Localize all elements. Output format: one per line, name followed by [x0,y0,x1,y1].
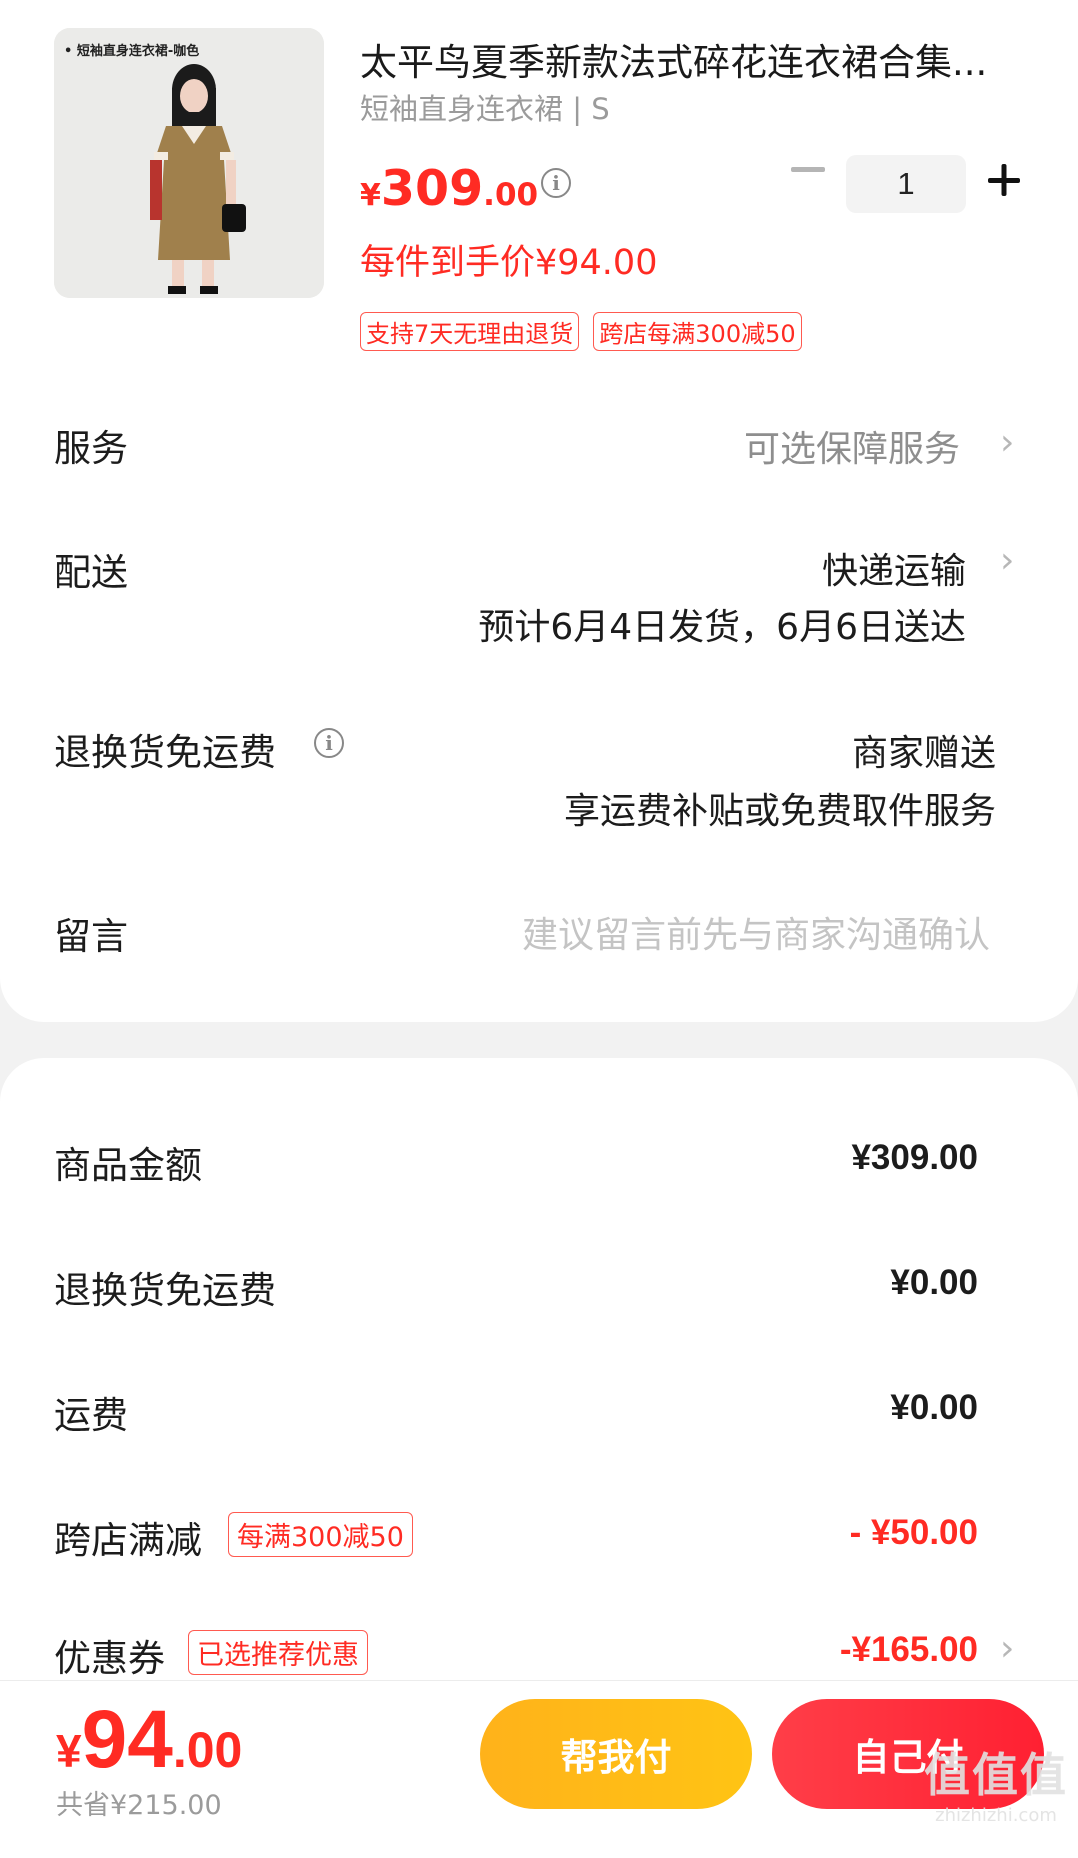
service-value[interactable]: 可选保障服务 [744,420,960,472]
total-decimal: .00 [172,1722,243,1778]
product-tags: 支持7天无理由退货 跨店每满300减50 [360,312,802,351]
cross-store-discount-tag: 每满300减50 [228,1512,413,1557]
coupon-label: 优惠券 [54,1637,165,1680]
return-fee-value: ¥0.00 [890,1263,978,1302]
return-shipping-desc: 享运费补贴或免费取件服务 [563,791,996,832]
product-thumbnail[interactable]: • 短袖直身连衣裙-咖色 [54,28,324,298]
plus-icon[interactable] [984,160,1024,200]
delivery-method[interactable]: 快递运输 [822,542,966,594]
total-saved: 共省¥215.00 [56,1790,222,1821]
product-variant[interactable]: 短袖直身连衣裙 | S [360,86,610,128]
message-label: 留言 [54,915,128,958]
cross-store-discount-value: - ¥50.00 [849,1513,978,1552]
service-chevron-right-icon[interactable]: › [1000,422,1014,463]
help-me-pay-button[interactable]: 帮我付 [480,1699,752,1809]
message-input[interactable]: 建议留言前先与商家沟通确认 [522,906,990,958]
goods-amount-label: 商品金额 [54,1144,202,1187]
return-policy-tag: 支持7天无理由退货 [360,312,580,351]
delivery-chevron-right-icon[interactable]: › [1000,540,1014,581]
total-price: ¥94.00 [56,1693,242,1787]
minus-icon[interactable] [788,150,828,190]
price-integer: 309 [380,160,484,217]
hand-price: 每件到手价¥94.00 [360,243,658,283]
watermark-logo: 值值值 [924,1748,1068,1802]
coupon-chevron-right-icon[interactable]: › [1000,1628,1014,1669]
coupon-tag[interactable]: 已选推荐优惠 [188,1630,368,1675]
price-info-icon[interactable]: i [541,168,571,198]
site-watermark: 值值值 zhizhizhi.com [924,1739,1068,1826]
goods-amount-value: ¥309.00 [851,1138,978,1177]
product-title[interactable]: 太平鸟夏季新款法式碎花连衣裙合集... [360,32,1026,86]
cross-store-discount-label: 跨店满减 [54,1519,202,1562]
return-info-icon[interactable]: i [314,728,344,758]
total-integer: 94 [81,1694,173,1785]
product-image [54,28,324,298]
coupon-value[interactable]: -¥165.00 [840,1630,978,1670]
product-price: ¥309.00 [360,160,538,217]
quantity-input[interactable]: 1 [846,155,966,213]
delivery-label: 配送 [54,551,128,594]
total-currency: ¥ [56,1725,82,1777]
return-shipping-label: 退换货免运费 [54,731,276,774]
price-decimal: .00 [483,177,539,213]
delivery-eta: 预计6月4日发货，6月6日送达 [478,607,966,648]
service-label: 服务 [54,427,128,470]
watermark-url: zhizhizhi.com [935,1805,1057,1826]
return-shipping-value: 商家赠送 [851,733,996,774]
promotion-tag: 跨店每满300减50 [593,312,802,351]
shipping-fee-label: 运费 [54,1394,128,1437]
order-item-card: • 短袖直身连衣裙-咖色 太平鸟夏季新款法式碎花连衣裙合集... 短袖直身连衣裙… [0,0,1078,1022]
price-currency: ¥ [360,178,381,213]
image-caption: • 短袖直身连衣裙-咖色 [64,44,200,59]
checkout-bar: ¥94.00 共省¥215.00 帮我付 自己付 值值值 zhizhizhi.c… [0,1680,1078,1832]
shipping-fee-value: ¥0.00 [890,1388,978,1427]
return-fee-label: 退换货免运费 [54,1269,276,1312]
